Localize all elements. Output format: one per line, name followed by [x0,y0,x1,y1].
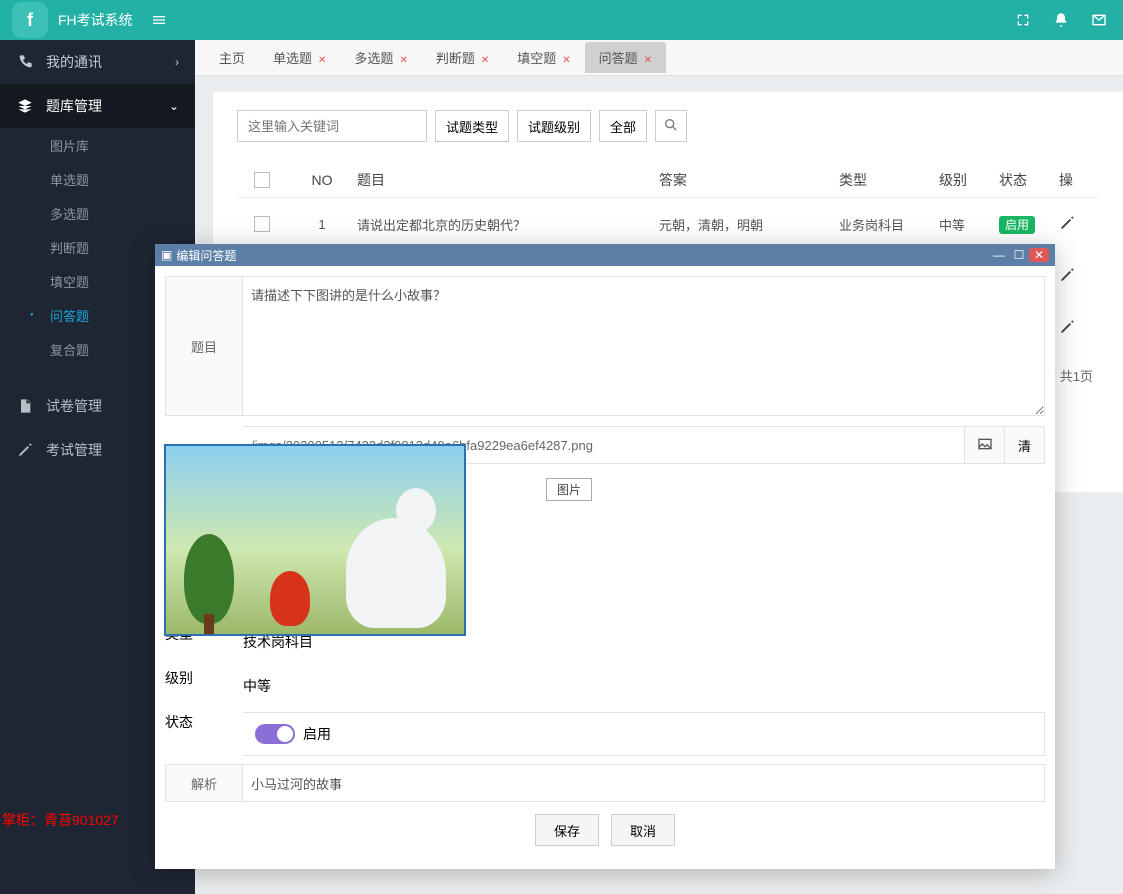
col-op: 操 [1059,170,1099,190]
image-clear-button[interactable]: 清 [1005,426,1045,464]
table-row: 1 请说出定都北京的历史朝代？ 元朝，清朝，明朝 业务岗科目 中等 启用 [237,198,1099,250]
bell-icon[interactable] [1049,8,1073,32]
close-icon[interactable]: ✕ [399,55,407,66]
sidebar-sub-image-lib[interactable]: 图片库 [0,128,195,162]
level-filter-button[interactable]: 试题级别 [517,110,591,142]
type-filter-button[interactable]: 试题类型 [435,110,509,142]
select-all-checkbox[interactable] [254,172,270,188]
level-label: 级别 [165,668,243,704]
horse-shape [346,518,446,628]
col-no: NO [287,172,357,188]
col-state: 状态 [999,170,1059,190]
search-button[interactable] [655,110,687,142]
layers-icon [16,97,34,115]
enable-toggle[interactable] [255,724,295,744]
app-title: FH考试系统 [58,10,133,30]
title-textarea[interactable] [243,276,1045,416]
tab-multi[interactable]: 多选题✕ [340,42,421,73]
chevron-down-icon: ⌄ [169,99,179,113]
state-label: 状态 [165,712,243,756]
col-type: 类型 [839,170,939,190]
edit-icon [16,441,34,459]
image-tooltip: 图片 [546,478,592,501]
sidebar-label: 试卷管理 [46,396,102,416]
explain-label: 解析 [165,764,243,802]
fox-shape [270,571,310,626]
document-icon [16,397,34,415]
sidebar-label: 题库管理 [46,96,102,116]
dialog-titlebar[interactable]: ▣ 编辑问答题 — ☐ ✕ [155,244,1055,266]
mail-icon[interactable] [1087,8,1111,32]
window-icon: ▣ [161,248,172,262]
app-logo: f [12,2,48,38]
hamburger-icon[interactable] [147,8,171,32]
close-icon[interactable]: ✕ [562,55,570,66]
grid-header: NO 题目 答案 类型 级别 状态 操 [237,162,1099,198]
cancel-button[interactable]: 取消 [611,814,675,846]
tab-home[interactable]: 主页 [205,42,259,73]
close-button[interactable]: ✕ [1029,248,1049,262]
col-answer: 答案 [659,170,839,190]
col-title: 题目 [357,170,659,190]
fullscreen-icon[interactable] [1011,8,1035,32]
save-button[interactable]: 保存 [535,814,599,846]
image-picker-button[interactable] [965,426,1005,464]
tree-shape [184,534,234,624]
edit-icon[interactable] [1059,323,1075,338]
sidebar-label: 我的通讯 [46,52,102,72]
image-icon [977,436,993,455]
tab-judge[interactable]: 判断题✕ [422,42,503,73]
minimize-button[interactable]: — [989,248,1009,262]
tab-single[interactable]: 单选题✕ [259,42,340,73]
keyword-input[interactable] [237,110,427,142]
close-icon[interactable]: ✕ [318,55,326,66]
close-icon[interactable]: ✕ [481,55,489,66]
edit-icon[interactable] [1059,219,1075,234]
explain-input[interactable] [243,764,1045,802]
tab-qa[interactable]: 问答题✕ [585,42,666,73]
app-header: f FH考试系统 [0,0,1123,40]
all-filter-button[interactable]: 全部 [599,110,647,142]
maximize-button[interactable]: ☐ [1009,248,1029,262]
filters: 试题类型 试题级别 全部 [237,110,1099,142]
title-label: 题目 [165,276,243,416]
level-select[interactable]: 中等 [243,668,271,704]
search-icon [663,117,679,136]
tab-fill[interactable]: 填空题✕ [503,42,584,73]
sidebar-item-question-bank[interactable]: 题库管理 ⌄ [0,84,195,128]
col-level: 级别 [939,170,999,190]
sidebar-item-contacts[interactable]: 我的通讯 › [0,40,195,84]
image-preview [164,444,466,636]
phone-icon [16,53,34,71]
state-text: 启用 [303,724,331,744]
sidebar-sub-multi[interactable]: 多选题 [0,196,195,230]
tabs-bar: 主页 单选题✕ 多选题✕ 判断题✕ 填空题✕ 问答题✕ [195,40,1123,76]
edit-icon[interactable] [1059,271,1075,286]
close-icon[interactable]: ✕ [644,55,652,66]
status-badge: 启用 [999,216,1035,234]
row-checkbox[interactable] [254,216,270,232]
sidebar-label: 考试管理 [46,440,102,460]
dialog-title: 编辑问答题 [176,247,236,264]
chevron-right-icon: › [175,55,179,69]
sidebar-sub-single[interactable]: 单选题 [0,162,195,196]
